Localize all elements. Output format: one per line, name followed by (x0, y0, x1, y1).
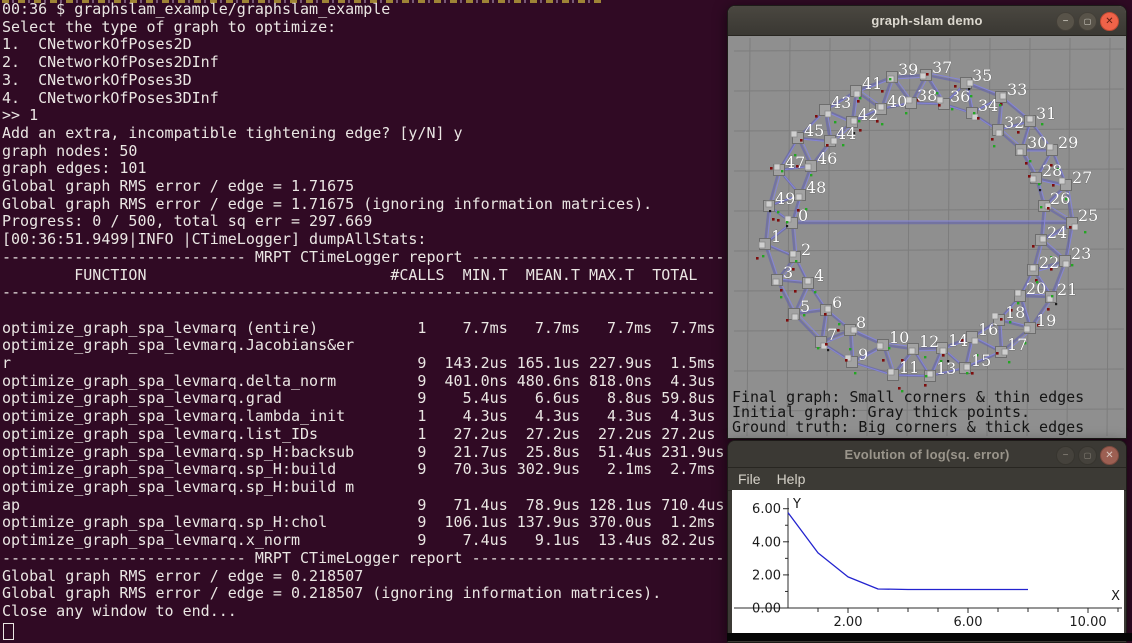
clipped-previous-line (2, 0, 602, 3)
svg-text:6.00: 6.00 (954, 615, 983, 630)
error-curve (788, 513, 1028, 590)
svg-text:2.00: 2.00 (834, 615, 863, 630)
graph-node-label: 11 (899, 358, 919, 377)
graph-legend-overlay: Final graph: Small corners & thin edges … (732, 390, 1084, 435)
graph-node-label: 38 (917, 86, 937, 105)
graph-node-label: 8 (856, 313, 866, 332)
graph-node-label: 7 (827, 325, 837, 344)
menu-help[interactable]: Help (777, 471, 806, 487)
graph-node-label: 3 (783, 263, 793, 282)
graph-node-label: 29 (1058, 133, 1078, 152)
graph-node-label: 44 (836, 124, 856, 143)
graph-node-label: 15 (971, 351, 991, 370)
menubar: File Help (728, 468, 1126, 491)
graph-3d-viewport[interactable]: 0123456789101112131415161718192021222324… (728, 36, 1124, 436)
graph-node-label: 32 (1004, 113, 1024, 132)
graph-node-label: 12 (919, 332, 939, 351)
plot-window-titlebar[interactable]: Evolution of log(sq. error) − ▢ ✕ (728, 441, 1126, 468)
maximize-button[interactable]: ▢ (1078, 446, 1097, 465)
svg-text:4.00: 4.00 (752, 535, 781, 550)
graph-node-label: 4 (814, 266, 824, 285)
svg-text:6.00: 6.00 (752, 502, 781, 517)
graph-node-label: 22 (1039, 253, 1059, 272)
graph-node-label: 27 (1072, 168, 1092, 187)
minimize-button[interactable]: − (1056, 12, 1075, 31)
graph-node-label: 48 (806, 178, 826, 197)
plot-area[interactable]: 2.00 6.00 10.00 0.00 2.00 4.00 6.00 Y X (732, 490, 1124, 634)
graph-node-label: 36 (950, 87, 970, 106)
graph-node-label: 25 (1078, 206, 1098, 225)
graph-node-label: 37 (932, 58, 952, 77)
graph-node-label: 5 (800, 297, 810, 316)
close-button[interactable]: ✕ (1100, 12, 1119, 31)
svg-text:Y: Y (792, 497, 801, 512)
graph-node-label: 46 (817, 149, 837, 168)
graph-node-label: 41 (862, 74, 882, 93)
graph-node-label: 21 (1057, 280, 1077, 299)
graph-node-label: 43 (831, 93, 851, 112)
graph-node-label: 13 (936, 359, 956, 378)
graph-node-label: 34 (978, 96, 998, 115)
graph-node-label: 49 (775, 189, 795, 208)
graph-node-label: 28 (1042, 161, 1062, 180)
legend-ground-truth: Ground truth: Big corners & thick edges (732, 418, 1084, 436)
svg-text:10.00: 10.00 (1069, 615, 1106, 630)
graph-node-label: 30 (1027, 133, 1047, 152)
graph-node-label: 17 (1007, 335, 1027, 354)
graph-node-label: 20 (1026, 279, 1046, 298)
svg-text:X: X (1111, 589, 1120, 604)
error-plot-canvas: 2.00 6.00 10.00 0.00 2.00 4.00 6.00 Y X (732, 490, 1124, 634)
graph-window-titlebar[interactable]: graph-slam demo − ▢ ✕ (728, 6, 1126, 36)
graph-node-label: 31 (1036, 104, 1056, 123)
graph-slam-demo-window: graph-slam demo − ▢ ✕ 012345678910111213… (727, 5, 1127, 439)
graph-node-label: 1 (771, 227, 781, 246)
graph-node-label: 42 (858, 105, 878, 124)
graph-canvas: 0123456789101112131415161718192021222324… (728, 36, 1124, 436)
graph-node-label: 9 (858, 345, 868, 364)
menu-file[interactable]: File (738, 471, 761, 487)
graph-node-label: 10 (889, 328, 909, 347)
graph-node-label: 6 (832, 293, 842, 312)
graph-node-label: 39 (898, 60, 918, 79)
graph-node-label: 47 (785, 153, 805, 172)
graph-node-label: 14 (948, 331, 968, 350)
graph-node-label: 33 (1007, 80, 1027, 99)
minimize-button[interactable]: − (1056, 446, 1075, 465)
graph-node-label: 40 (887, 92, 907, 111)
graph-node-label: 0 (798, 206, 808, 225)
maximize-button[interactable]: ▢ (1078, 12, 1097, 31)
graph-node-label: 23 (1071, 244, 1091, 263)
graph-node-label: 45 (804, 121, 824, 140)
graph-node-label: 2 (801, 240, 811, 259)
terminal-cursor (3, 623, 14, 640)
error-plot-window: Evolution of log(sq. error) − ▢ ✕ File H… (727, 440, 1127, 643)
graph-node-label: 18 (1005, 303, 1025, 322)
graph-node-label: 16 (978, 320, 998, 339)
svg-text:0.00: 0.00 (752, 602, 781, 617)
close-button[interactable]: ✕ (1100, 446, 1119, 465)
svg-text:2.00: 2.00 (752, 568, 781, 583)
graph-node-label: 19 (1036, 311, 1056, 330)
graph-node-label: 26 (1050, 189, 1070, 208)
graph-node-label: 35 (972, 66, 992, 85)
graph-node-label: 24 (1047, 223, 1067, 242)
terminal-output[interactable]: 00:36 $ graphslam_example/graphslam_exam… (2, 1, 724, 621)
bottom-screen-strip (727, 633, 1132, 641)
